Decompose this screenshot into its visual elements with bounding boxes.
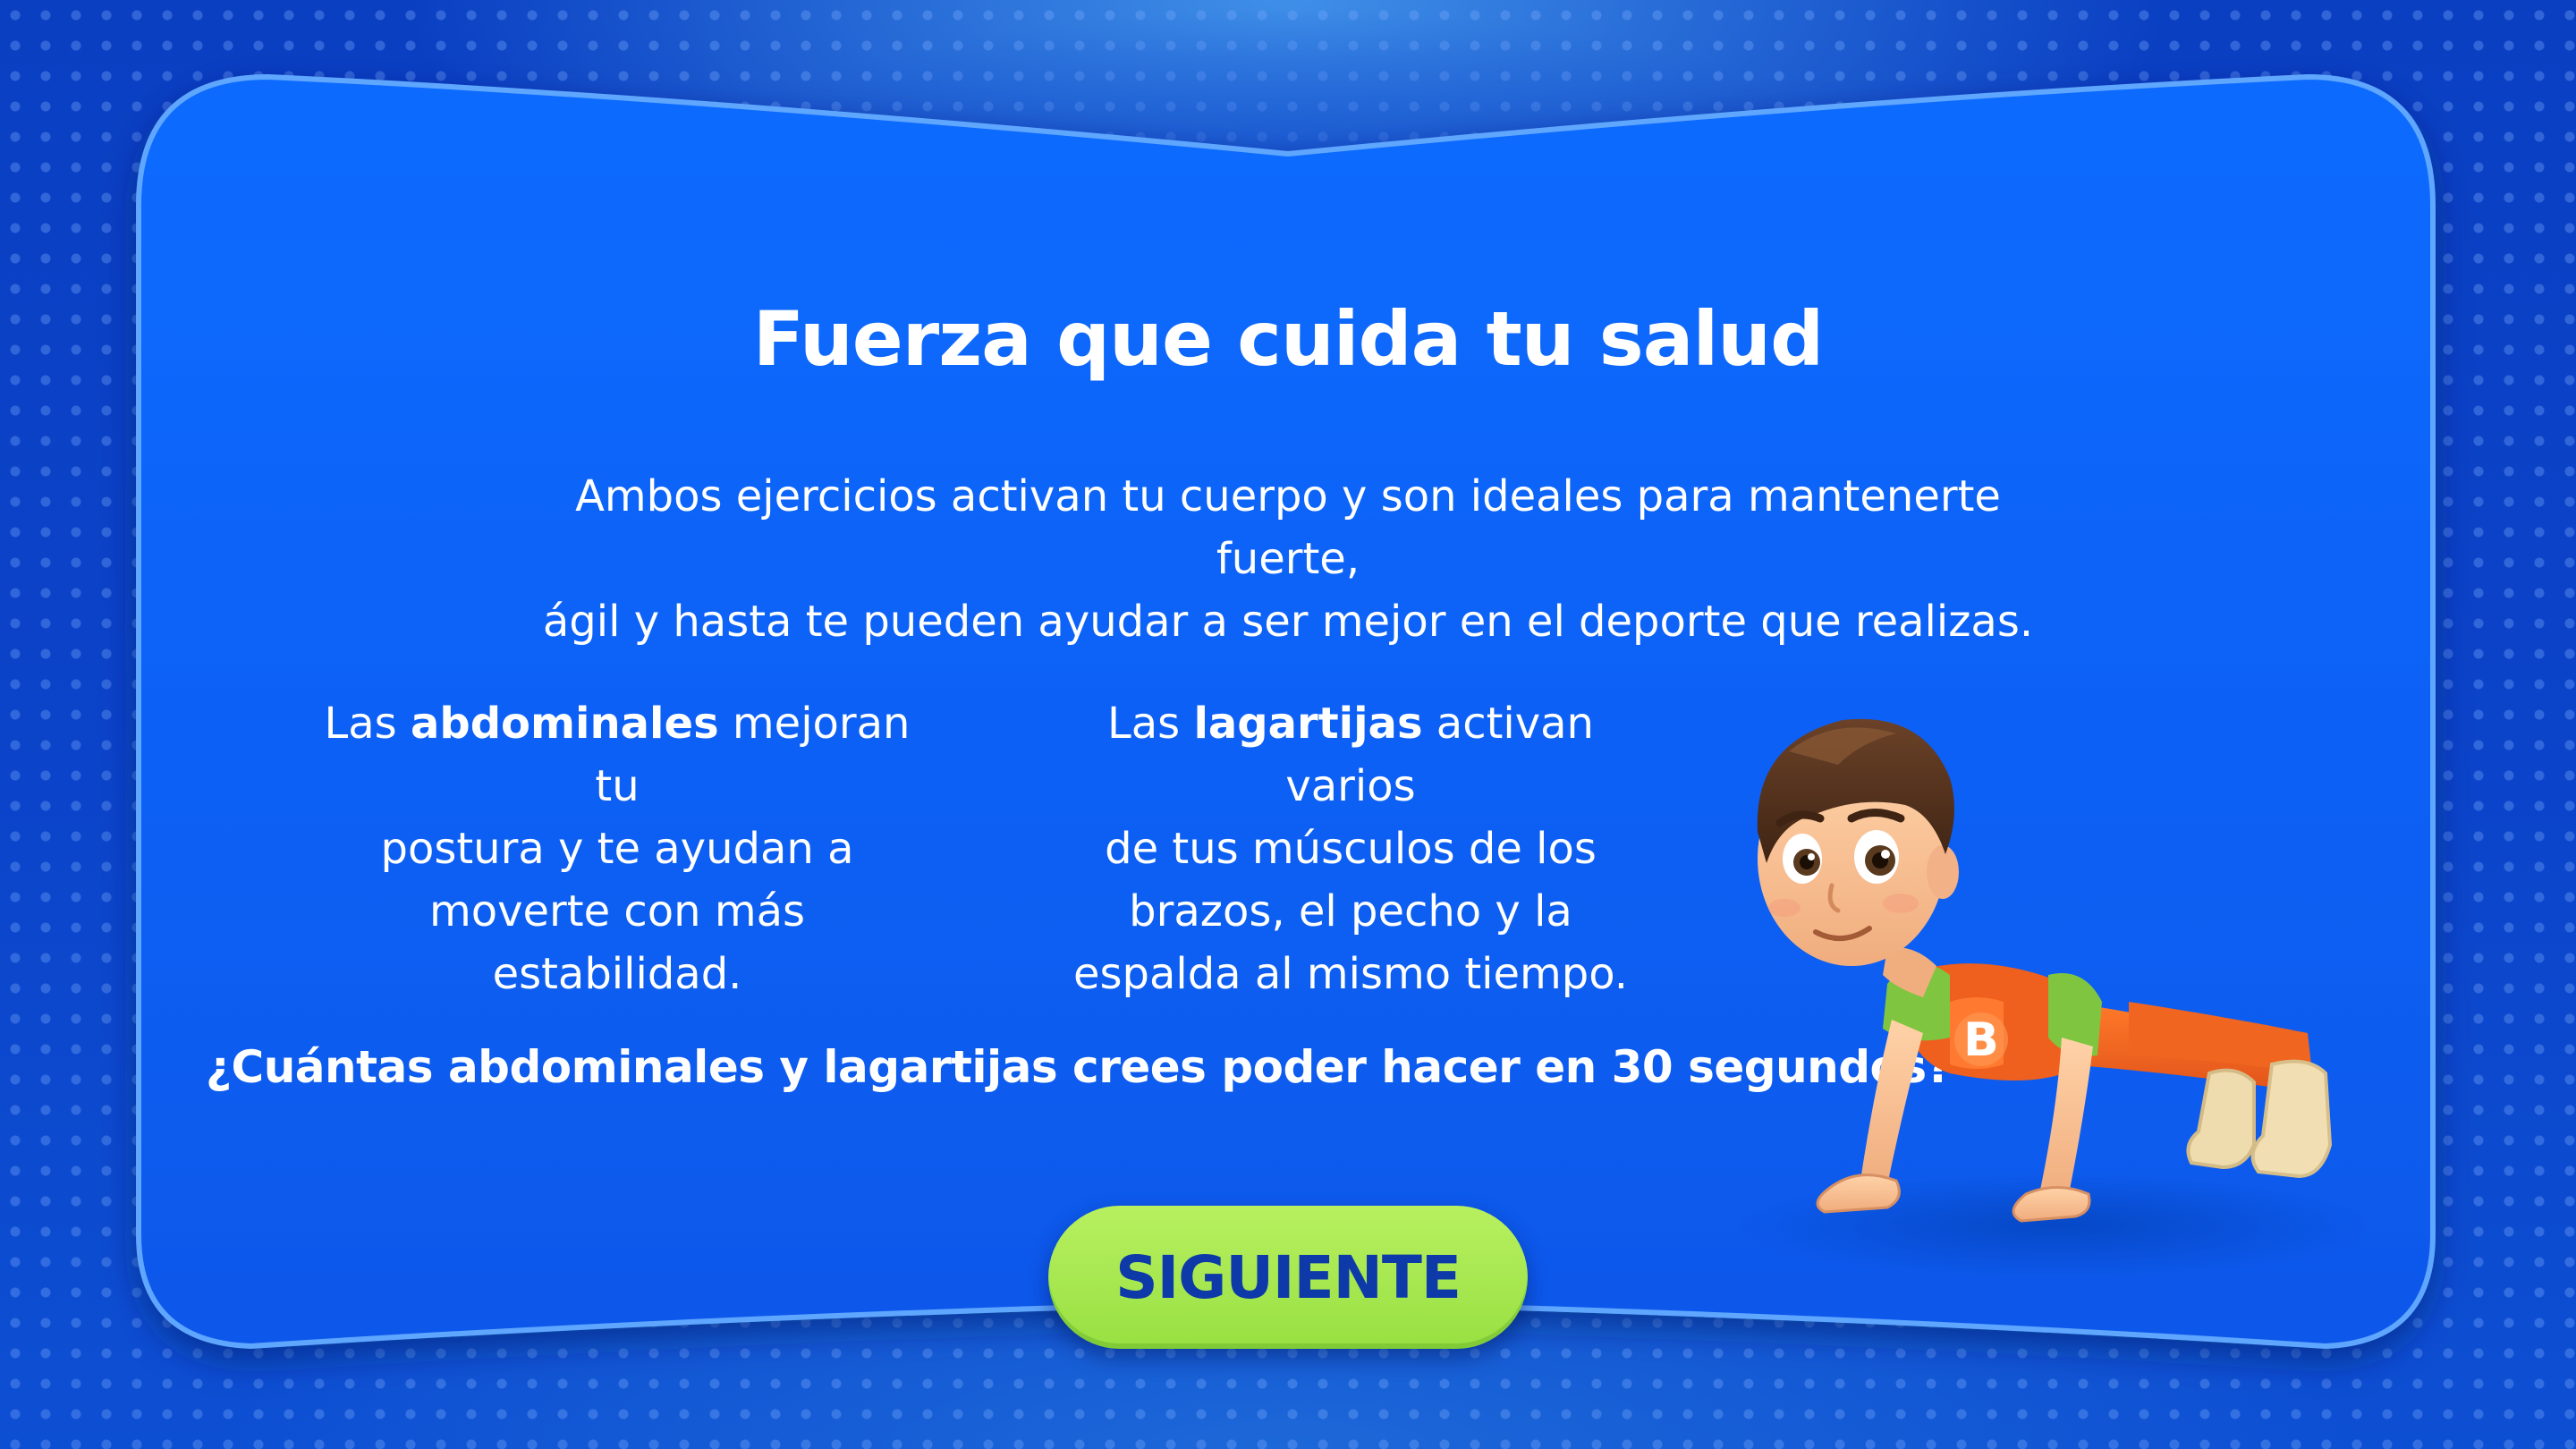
intro-line-2: ágil y hasta te pueden ayudar a ser mejo…: [542, 597, 2034, 647]
abdominales-prefix: Las: [324, 699, 411, 749]
abdominales-line-4: estabilidad.: [492, 949, 742, 999]
abdominales-line-1: Las abdominales mejoran tu: [313, 692, 921, 818]
challenge-question: ¿Cuántas abdominales y lagartijas crees …: [206, 1041, 1953, 1093]
abdominales-description: Las abdominales mejoran tu postura y te …: [313, 692, 921, 1005]
abdominales-keyword: abdominales: [410, 699, 719, 749]
lagartijas-line-1: Las lagartijas activan varios: [1046, 692, 1655, 818]
shirt-letter: B: [1963, 1013, 1999, 1067]
pushup-boy-illustration: B: [1682, 680, 2361, 1288]
lagartijas-description: Las lagartijas activan varios de tus mús…: [1046, 692, 1655, 1005]
lagartijas-prefix: Las: [1107, 699, 1194, 749]
lagartijas-line-4: espalda al mismo tiempo.: [1072, 949, 1629, 999]
next-button[interactable]: SIGUIENTE: [1048, 1206, 1528, 1349]
intro-paragraph: Ambos ejercicios activan tu cuerpo y son…: [537, 465, 2039, 653]
abdominales-line-3: moverte con más: [428, 886, 806, 936]
lagartijas-keyword: lagartijas: [1193, 699, 1423, 749]
lagartijas-line-2: de tus músculos de los: [1105, 824, 1597, 874]
abdominales-line-2: postura y te ayudan a: [380, 824, 854, 874]
page-title: Fuerza que cuida tu salud: [752, 295, 1824, 383]
lagartijas-line-3: brazos, el pecho y la: [1129, 886, 1572, 936]
intro-line-1: Ambos ejercicios activan tu cuerpo y son…: [575, 471, 2001, 584]
